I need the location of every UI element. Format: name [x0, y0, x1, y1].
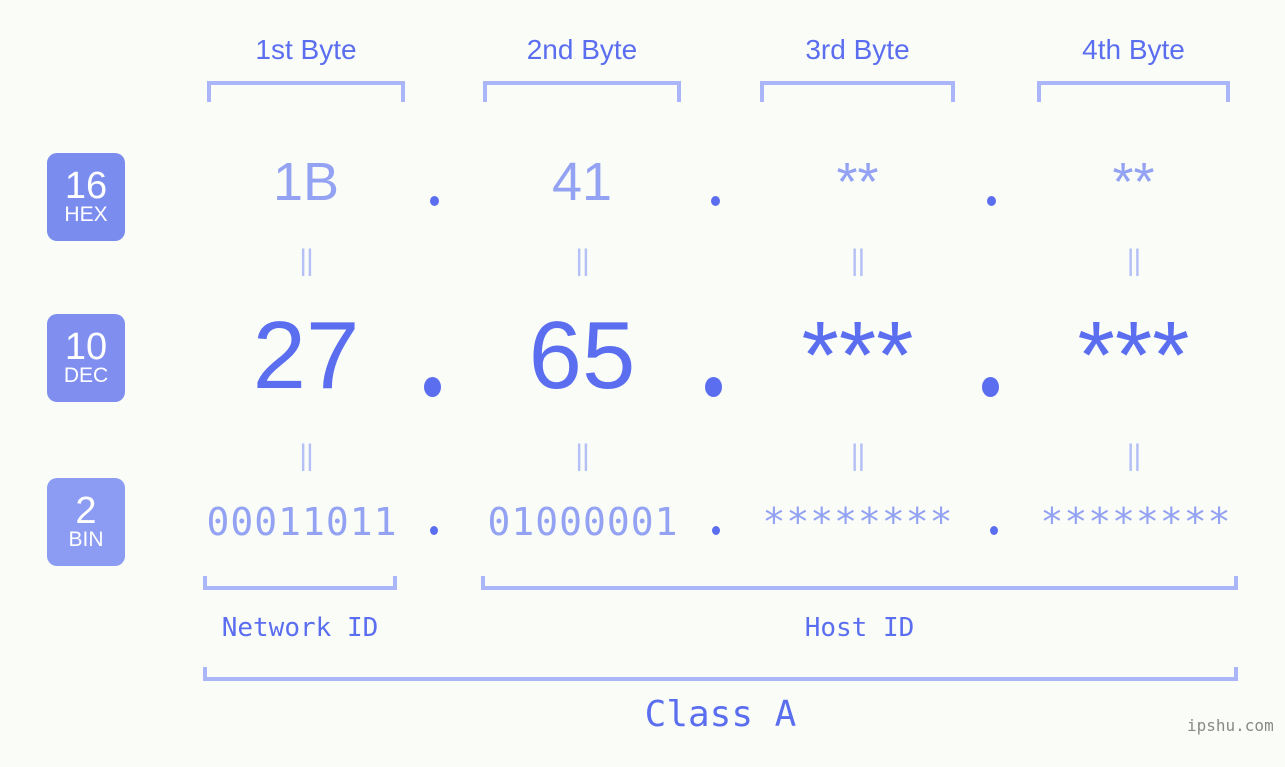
base-badge-dec-name: DEC [63, 364, 109, 388]
network-id-label: Network ID [221, 613, 379, 643]
bin-separator-dot-1 [430, 526, 438, 535]
dec-value-byte-1: 27 [252, 302, 360, 409]
equals-connector-hex-dec-4: || [1126, 244, 1142, 277]
byte-header-label-1: 1st Byte [255, 34, 357, 65]
dec-value-byte-3: *** [801, 302, 914, 409]
hex-value-byte-1: 1B [272, 152, 340, 212]
bin-value-byte-4: ******** [1040, 500, 1232, 544]
base-badge-hex-number: 16 [64, 164, 108, 207]
base-badge-bin-number: 2 [75, 489, 97, 532]
hex-separator-dot-3 [987, 196, 996, 206]
byte-bracket-3 [760, 81, 955, 102]
base-badge-bin-name: BIN [68, 528, 104, 552]
equals-connector-dec-bin-1: || [299, 439, 314, 472]
dec-value-byte-2: 65 [528, 302, 636, 409]
base-badge-bin: 2 BIN [47, 478, 125, 566]
equals-connector-dec-bin-4: || [1126, 439, 1142, 472]
hex-value-byte-2: 41 [551, 152, 613, 212]
dec-separator-dot-3 [982, 377, 999, 397]
bin-separator-dot-2 [712, 526, 720, 535]
byte-bracket-4 [1037, 81, 1230, 102]
bin-value-byte-3: ******** [762, 500, 954, 544]
ip-byte-breakdown-diagram: 1st Byte 2nd Byte 3rd Byte 4th Byte 16 H… [0, 0, 1285, 767]
class-bracket [203, 667, 1238, 681]
network-id-bracket [203, 576, 397, 590]
hex-separator-dot-1 [430, 196, 439, 206]
equals-connector-hex-dec-3: || [850, 244, 866, 277]
base-badge-hex-name: HEX [64, 203, 108, 227]
base-badge-hex: 16 HEX [47, 153, 125, 241]
base-badge-dec: 10 DEC [47, 314, 125, 402]
equals-connector-hex-dec-2: || [575, 244, 590, 277]
byte-bracket-2 [483, 81, 681, 102]
dec-separator-dot-1 [424, 377, 441, 397]
hex-separator-dot-2 [711, 196, 720, 206]
equals-connector-dec-bin-3: || [850, 439, 866, 472]
dec-separator-dot-2 [705, 377, 722, 397]
base-badge-dec-number: 10 [64, 325, 108, 368]
hex-value-byte-3: ** [836, 152, 879, 212]
class-label: Class A [644, 694, 797, 735]
site-watermark: ipshu.com [1187, 716, 1274, 735]
host-id-bracket [481, 576, 1238, 590]
hex-value-byte-4: ** [1112, 152, 1155, 212]
byte-header-label-4: 4th Byte [1082, 34, 1185, 65]
bin-value-byte-1: 00011011 [206, 500, 398, 544]
byte-header-label-3: 3rd Byte [805, 34, 910, 65]
bin-separator-dot-3 [990, 526, 998, 535]
byte-bracket-1 [207, 81, 405, 102]
host-id-label: Host ID [804, 613, 915, 643]
dec-value-byte-4: *** [1077, 302, 1190, 409]
bin-value-byte-2: 01000001 [487, 500, 679, 544]
equals-connector-hex-dec-1: || [299, 244, 314, 277]
byte-header-label-2: 2nd Byte [526, 34, 638, 65]
equals-connector-dec-bin-2: || [575, 439, 590, 472]
